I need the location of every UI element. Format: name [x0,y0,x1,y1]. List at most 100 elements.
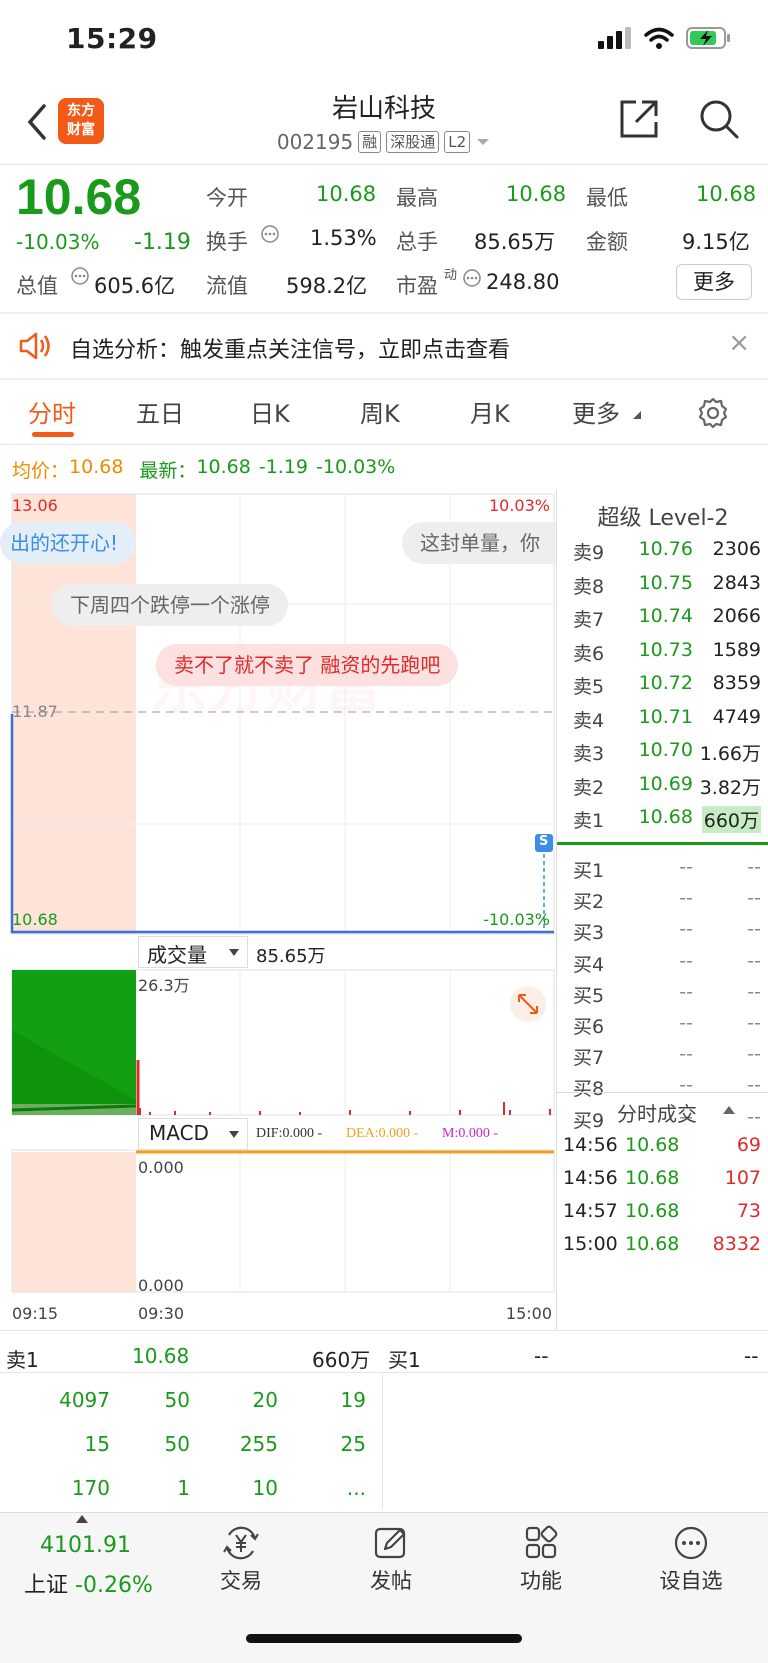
pe-info-icon[interactable] [462,268,482,288]
ask-volume: 8359 [712,672,761,694]
danmaku-bubble-4[interactable]: 卖不了就不卖了 融资的先跑吧 [156,644,459,686]
ask-volume: 2843 [712,571,761,594]
notice-bar[interactable]: 自选分析：触发重点关注信号，立即点击查看 × [0,314,768,378]
ask-label: 卖3 [573,743,605,765]
bid-row[interactable]: 买3 -- -- [565,918,765,948]
macd-label: MACD [149,1121,209,1145]
nav-trade-label: 交易 [220,1569,262,1593]
bid-row[interactable]: 买2 -- -- [565,887,765,917]
chart-bottom-percent: -10.03% [483,910,550,929]
ask-row[interactable]: 卖2 10.69 3.82万 [565,773,765,803]
macd-auction-area [12,1152,136,1292]
share-icon[interactable] [618,98,660,140]
bid-row[interactable]: 买1 -- -- [565,856,765,886]
tab-intraday[interactable]: 分时 [28,394,76,429]
notice-close-icon[interactable]: × [728,328,750,358]
bid-row[interactable]: 买7 -- -- [565,1043,765,1073]
ask-price: 10.73 [638,638,693,661]
danmaku-bubble-1[interactable]: 出的还开心! [0,522,137,564]
trade-price: 10.68 [625,1200,680,1222]
ask-label: 卖7 [573,609,605,631]
high-label: 最高 [396,186,438,210]
tab-daily-k[interactable]: 日K [250,394,290,429]
chart-mid-price: 11.87 [12,702,58,721]
danmaku-bubble-3[interactable]: 下周四个跌停一个涨停 [52,584,288,626]
last-price: 10.68 [16,169,142,225]
tag-margin: 融 [358,131,382,153]
change-amount: -1.19 [134,230,191,255]
settings-icon[interactable] [696,396,730,430]
macd-indicator-select[interactable]: MACD [138,1118,248,1150]
nav-add-watchlist-label: 设自选 [659,1569,723,1593]
ask-row[interactable]: 卖8 10.75 2843 [565,572,765,602]
macd-m: M:0.000 - [442,1126,498,1141]
function-grid-icon [525,1525,558,1559]
trade-price: 10.68 [625,1233,680,1255]
danmaku-bubble-2[interactable]: 这封单量，你 [402,522,556,564]
nav-trade[interactable]: 交易 [186,1525,296,1595]
volume-max-label: 26.3万 [138,976,190,995]
bid-label: 买9 [573,1109,605,1132]
trade-volume: 73 [736,1200,761,1222]
macd-bottom-value: 0.000 [138,1276,184,1295]
trade-volume: 8332 [712,1233,761,1255]
index-pct: -0.26% [75,1573,153,1598]
ask-row[interactable]: 卖9 10.76 2306 [565,538,765,568]
avg-value: 10.68 [69,456,124,478]
index-row[interactable]: 上证 -0.26% [24,1567,153,1599]
more-button[interactable]: 更多 [676,264,752,300]
ask-row[interactable]: 卖3 10.70 1.66万 [565,739,765,769]
tab-monthly-k[interactable]: 月K [470,394,510,429]
bq-cell: 4097 [59,1388,110,1412]
tab-more[interactable]: 更多 [572,394,620,429]
change-percent: -10.03% [16,230,100,254]
nav-function[interactable]: 功能 [486,1525,596,1595]
nav-bar: 东方 财富 岩山科技 002195 融 深股通 L2 [0,86,768,166]
ask-volume: 3.82万 [699,776,761,799]
bid-label: 买7 [573,1047,605,1070]
volume-dropdown-icon [229,949,239,956]
dropdown-icon[interactable] [475,136,491,148]
macd-dropdown-icon [229,1131,239,1138]
bid-row[interactable]: 买5 -- -- [565,981,765,1011]
status-icons [598,26,732,50]
order-book-title[interactable]: 超级 Level-2 [557,500,768,532]
trade-time: 15:00 [563,1233,618,1255]
volume-indicator-select[interactable]: 成交量 [138,936,248,968]
trades-title[interactable]: 分时成交 [617,1098,697,1127]
ask-row[interactable]: 卖5 10.72 8359 [565,672,765,702]
index-value[interactable]: 4101.91 [40,1533,131,1558]
nav-post[interactable]: 发帖 [336,1525,446,1595]
trades-collapse-icon[interactable] [723,1106,735,1114]
bq-cell: 50 [164,1432,190,1456]
ask-label: 卖2 [573,776,605,799]
mktcap-info-icon[interactable] [70,266,90,286]
bid-volume: -- [747,949,761,972]
trade-price: 10.68 [625,1134,680,1156]
signal-icon [598,27,631,49]
nav-add-watchlist[interactable]: 设自选 [636,1525,746,1595]
bq-ask-label: 卖1 [6,1348,39,1372]
bottom-quote-table: 卖1 10.68 660万 买1 -- -- 4097 50 20 19 15 50 255… [0,1330,768,1510]
search-icon[interactable] [698,98,740,140]
ask-row[interactable]: 卖1 10.68 660万 [565,806,765,836]
s-marker-text[interactable]: S [539,834,548,849]
intraday-chart[interactable]: 13.06 10.03% 11.87 10.68 -10.03% S 东方财富 … [0,490,556,1330]
tab-weekly-k[interactable]: 周K [360,394,400,429]
tab-five-day[interactable]: 五日 [136,394,184,429]
bid-volume: -- [747,1074,761,1097]
notice-text: 自选分析：触发重点关注信号，立即点击查看 [70,338,511,363]
bq-cell: 19 [340,1388,366,1412]
trade-icon [223,1526,259,1560]
bid-row[interactable]: 买4 -- -- [565,950,765,980]
turnover-info-icon[interactable] [260,224,280,244]
ask-row[interactable]: 卖7 10.74 2066 [565,605,765,635]
chart-top-price: 13.06 [12,496,58,515]
bid-price: -- [679,1043,693,1066]
ask-row[interactable]: 卖4 10.71 4749 [565,706,765,736]
index-up-caret-icon [76,1515,88,1523]
ask-label: 卖8 [573,575,605,598]
chart-top-percent: 10.03% [488,496,550,515]
ask-row[interactable]: 卖6 10.73 1589 [565,639,765,669]
bid-row[interactable]: 买6 -- -- [565,1012,765,1042]
